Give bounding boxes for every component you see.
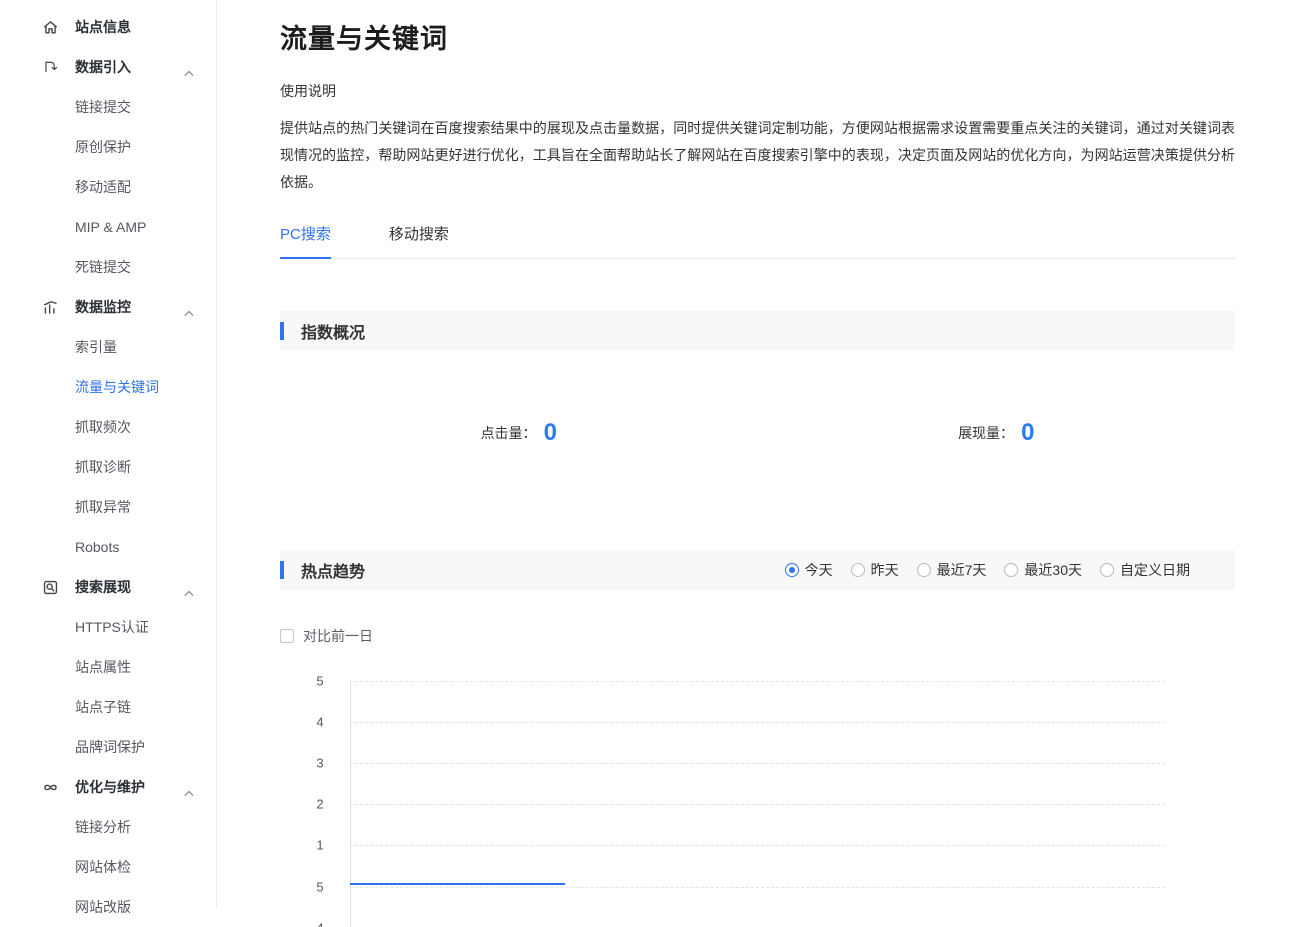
compare-checkbox[interactable]: [280, 629, 294, 643]
sidebar-item-crawl-diagnosis[interactable]: 抓取诊断: [0, 447, 216, 487]
usage-description: 提供站点的热门关键词在百度搜索结果中的展现及点击量数据，同时提供关键词定制功能，…: [280, 115, 1235, 196]
overview-section-title: 指数概况: [301, 319, 365, 343]
radio-circle-icon: [1004, 563, 1018, 577]
radio-last-30-days[interactable]: 最近30天: [1004, 560, 1082, 580]
data-monitor-icon: [42, 299, 59, 316]
sidebar: 站点信息 数据引入 链接提交 原创保护 移动适配 MIP & AMP 死链提交 …: [0, 0, 217, 909]
sidebar-item-traffic-keywords[interactable]: 流量与关键词: [0, 367, 216, 407]
chevron-up-icon[interactable]: [184, 784, 194, 791]
sidebar-section-label: 搜索展现: [75, 577, 131, 597]
radio-last-30-days-label: 最近30天: [1024, 560, 1082, 580]
tab-mobile-search[interactable]: 移动搜索: [389, 223, 449, 258]
sidebar-section-label: 数据监控: [75, 297, 131, 317]
clicks-value: 0: [544, 419, 557, 446]
gridline: [350, 887, 1165, 888]
sidebar-item-site-sublink[interactable]: 站点子链: [0, 687, 216, 727]
date-range-group: 今天 昨天 最近7天 最近30天 自定义日期: [785, 550, 1190, 590]
radio-circle-icon: [785, 563, 799, 577]
sidebar-item-link-submit[interactable]: 链接提交: [0, 87, 216, 127]
gridline: [350, 804, 1165, 805]
sidebar-item-mobile-adaptation[interactable]: 移动适配: [0, 167, 216, 207]
y-tick-label: 3: [306, 756, 334, 771]
main-content: 流量与关键词 使用说明 提供站点的热门关键词在百度搜索结果中的展现及点击量数据，…: [217, 0, 1302, 927]
sidebar-item-site-checkup[interactable]: 网站体检: [0, 847, 216, 887]
sidebar-item-site-revision[interactable]: 网站改版: [0, 887, 216, 927]
gridline: [350, 681, 1165, 682]
overview-stats: 点击量： 0 展现量： 0: [280, 417, 1235, 445]
sidebar-item-index-volume[interactable]: 索引量: [0, 327, 216, 367]
sidebar-item-mip-amp[interactable]: MIP & AMP: [0, 207, 216, 247]
trend-line: [350, 883, 565, 885]
sidebar-section-label: 优化与维护: [75, 777, 145, 797]
sidebar-item-crawl-frequency[interactable]: 抓取频次: [0, 407, 216, 447]
radio-last-7-days-label: 最近7天: [937, 560, 987, 580]
y-tick-label: 5: [306, 880, 334, 895]
gridline: [350, 722, 1165, 723]
page-title: 流量与关键词: [280, 0, 1235, 56]
radio-custom-date[interactable]: 自定义日期: [1100, 560, 1190, 580]
radio-custom-date-label: 自定义日期: [1120, 560, 1190, 580]
home-icon: [42, 19, 59, 36]
radio-today-label: 今天: [805, 560, 833, 580]
sidebar-item-site-attribute[interactable]: 站点属性: [0, 647, 216, 687]
trend-section-header: 热点趋势 今天 昨天 最近7天 最近30天 自定义日期: [280, 550, 1235, 590]
radio-circle-icon: [917, 563, 931, 577]
optimize-icon: [42, 779, 59, 796]
tab-pc-search[interactable]: PC搜索: [280, 223, 331, 259]
sidebar-item-brand-protection[interactable]: 品牌词保护: [0, 727, 216, 767]
y-tick-label: 1: [306, 838, 334, 853]
sidebar-item-original-protection[interactable]: 原创保护: [0, 127, 216, 167]
chevron-up-icon[interactable]: [184, 584, 194, 591]
y-tick-label: 4: [306, 715, 334, 730]
compare-checkbox-label: 对比前一日: [303, 626, 373, 646]
sidebar-section-data-import[interactable]: 数据引入: [0, 47, 216, 87]
chevron-up-icon[interactable]: [184, 64, 194, 71]
sidebar-section-label: 站点信息: [75, 17, 131, 37]
y-tick-label: 2: [306, 797, 334, 812]
gridline: [350, 763, 1165, 764]
chevron-up-icon[interactable]: [184, 304, 194, 311]
search-type-tabs: PC搜索 移动搜索: [280, 223, 1235, 259]
sidebar-item-robots[interactable]: Robots: [0, 527, 216, 567]
impressions-value: 0: [1021, 419, 1034, 446]
clicks-stat: 点击量： 0: [280, 417, 758, 445]
sidebar-section-optimize-maintain[interactable]: 优化与维护: [0, 767, 216, 807]
radio-yesterday-label: 昨天: [871, 560, 899, 580]
clicks-label: 点击量：: [481, 425, 537, 441]
trend-chart: 5 4 3 2 1 5 4: [280, 672, 1235, 927]
sidebar-item-https-cert[interactable]: HTTPS认证: [0, 607, 216, 647]
sidebar-item-dead-link-submit[interactable]: 死链提交: [0, 247, 216, 287]
sidebar-section-label: 数据引入: [75, 57, 131, 77]
sidebar-item-link-analysis[interactable]: 链接分析: [0, 807, 216, 847]
radio-circle-icon: [1100, 563, 1114, 577]
sidebar-item-crawl-anomaly[interactable]: 抓取异常: [0, 487, 216, 527]
data-import-icon: [42, 59, 59, 76]
y-tick-label: 5: [306, 674, 334, 689]
overview-section-header: 指数概况: [280, 311, 1235, 351]
radio-today[interactable]: 今天: [785, 560, 833, 580]
sidebar-section-search-display[interactable]: 搜索展现: [0, 567, 216, 607]
gridline: [350, 845, 1165, 846]
radio-circle-icon: [851, 563, 865, 577]
radio-last-7-days[interactable]: 最近7天: [917, 560, 987, 580]
trend-section-title: 热点趋势: [301, 558, 365, 582]
sidebar-section-site-info[interactable]: 站点信息: [0, 7, 216, 47]
sidebar-section-data-monitor[interactable]: 数据监控: [0, 287, 216, 327]
impressions-label: 展现量：: [958, 425, 1014, 441]
radio-yesterday[interactable]: 昨天: [851, 560, 899, 580]
usage-label: 使用说明: [280, 81, 1235, 101]
compare-previous-day-row: 对比前一日: [280, 626, 1235, 646]
impressions-stat: 展现量： 0: [758, 417, 1236, 445]
search-display-icon: [42, 579, 59, 596]
y-tick-label: 4: [306, 921, 334, 927]
y-axis-line: [350, 681, 351, 927]
